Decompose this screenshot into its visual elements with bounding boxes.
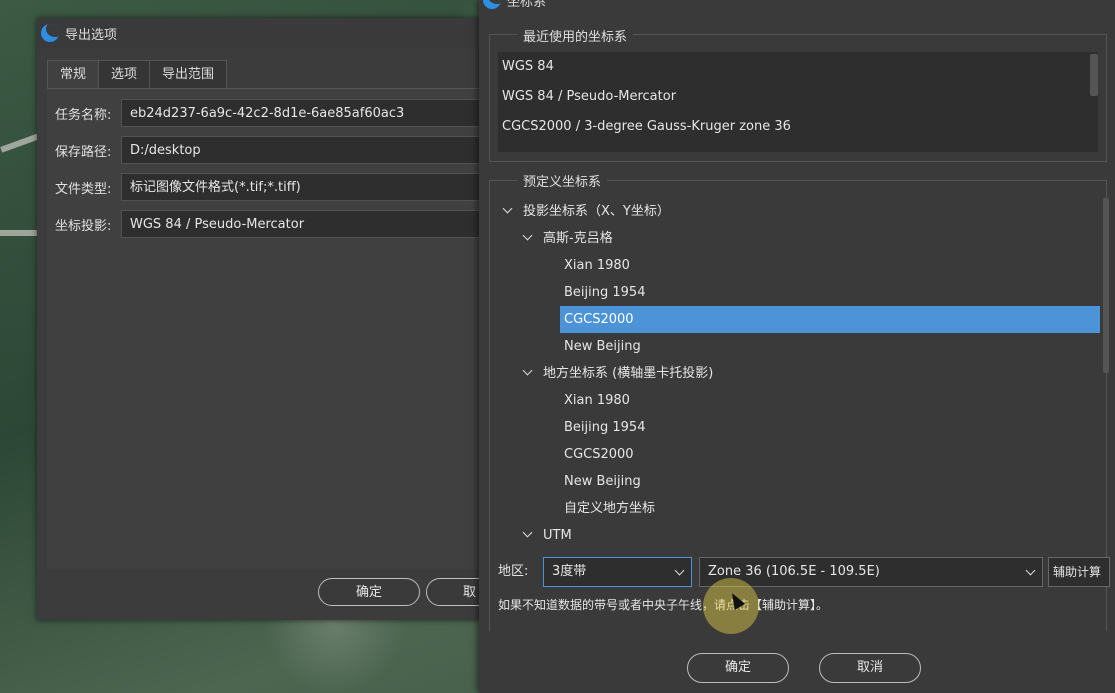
- click-highlight: [703, 578, 759, 634]
- tree-node-gauss[interactable]: 高斯-克吕格: [523, 225, 613, 252]
- task-name-row: 任务名称: eb24d237-6a9c-42c2-8d1e-6ae85af60a…: [55, 99, 491, 127]
- crs-tree: 投影坐标系（X、Y坐标） 高斯-克吕格 Xian 1980 Beijing 19…: [495, 198, 1100, 543]
- road: [0, 230, 40, 236]
- tree-node-label: 地方坐标系 (横轴墨卡托投影): [543, 366, 714, 381]
- chevron-down-icon[interactable]: [503, 205, 513, 215]
- file-type-row: 文件类型: 标记图像文件格式(*.tif;*.tiff): [55, 173, 491, 201]
- tree-leaf[interactable]: Beijing 1954: [564, 414, 645, 441]
- cancel-button[interactable]: 取消: [819, 653, 921, 683]
- tree-leaf[interactable]: CGCS2000: [564, 441, 634, 468]
- projection-field[interactable]: WGS 84 / Pseudo-Mercator: [121, 210, 491, 238]
- title-bar: 导出选项: [37, 18, 497, 48]
- tab-export-range[interactable]: 导出范围: [149, 60, 228, 88]
- tree-leaf[interactable]: New Beijing: [564, 468, 641, 495]
- file-type-select[interactable]: 标记图像文件格式(*.tif;*.tiff): [121, 173, 491, 201]
- app-logo-icon: [483, 0, 501, 9]
- ok-button[interactable]: 确定: [687, 653, 789, 683]
- band-select[interactable]: 3度带: [543, 557, 692, 587]
- tree-leaf[interactable]: 自定义地方坐标: [564, 495, 655, 522]
- zone-select-value: Zone 36 (106.5E - 109.5E): [708, 564, 880, 579]
- tree-node-projected[interactable]: 投影坐标系（X、Y坐标）: [503, 198, 670, 225]
- recent-group-title: 最近使用的坐标系: [517, 26, 634, 45]
- tree-leaf[interactable]: Xian 1980: [564, 387, 630, 414]
- projection-label: 坐标投影:: [55, 218, 112, 234]
- coordinate-system-dialog: 坐标系 最近使用的坐标系 WGS 84 WGS 84 / Pseudo-Merc…: [479, 0, 1115, 693]
- predefined-group-title: 预定义坐标系: [517, 171, 608, 190]
- save-path-label: 保存路径:: [55, 144, 112, 160]
- chevron-down-icon[interactable]: [523, 529, 533, 539]
- tree-node-label: 投影坐标系（X、Y坐标）: [523, 204, 670, 219]
- tree-leaf[interactable]: Beijing 1954: [564, 279, 645, 306]
- tree-leaf-selected[interactable]: CGCS2000: [560, 306, 1100, 333]
- recent-scrollbar[interactable]: [1090, 54, 1098, 96]
- save-path-row: 保存路径: D:/desktop: [55, 136, 491, 164]
- chevron-down-icon: [674, 565, 685, 576]
- hint-text: 如果不知道数据的带号或者中央子午线，请点击【辅助计算】。: [498, 598, 829, 612]
- road: [0, 133, 40, 153]
- tree-node-label: UTM: [543, 528, 572, 543]
- tab-bar: 常规 选项 导出范围: [47, 60, 228, 88]
- recent-list: WGS 84 WGS 84 / Pseudo-Mercator CGCS2000…: [498, 52, 1098, 152]
- recent-item[interactable]: WGS 84 / Pseudo-Mercator: [498, 82, 1098, 112]
- tab-general[interactable]: 常规: [47, 60, 100, 88]
- tree-scrollbar[interactable]: [1103, 198, 1109, 373]
- band-select-value: 3度带: [552, 564, 587, 579]
- general-panel: 任务名称: eb24d237-6a9c-42c2-8d1e-6ae85af60a…: [47, 88, 497, 569]
- save-path-field[interactable]: D:/desktop: [121, 136, 491, 164]
- task-name-label: 任务名称:: [55, 107, 112, 123]
- tree-leaf[interactable]: Xian 1980: [564, 252, 630, 279]
- recent-item[interactable]: CGCS2000 / 3-degree Gauss-Kruger zone 36: [498, 112, 1098, 142]
- app-logo-icon: [41, 24, 59, 42]
- tree-node-local[interactable]: 地方坐标系 (横轴墨卡托投影): [523, 360, 713, 387]
- chevron-down-icon[interactable]: [523, 232, 533, 242]
- assist-calc-button[interactable]: 辅助计算: [1048, 557, 1110, 587]
- title-bar: 坐标系: [479, 0, 546, 10]
- dialog-title: 坐标系: [507, 0, 547, 10]
- tree-node-label: 高斯-克吕格: [543, 231, 613, 246]
- task-name-field[interactable]: eb24d237-6a9c-42c2-8d1e-6ae85af60ac3: [121, 99, 491, 127]
- file-type-label: 文件类型:: [55, 181, 112, 197]
- tree-node-utm[interactable]: UTM: [523, 522, 572, 543]
- recent-item[interactable]: WGS 84: [498, 52, 1098, 82]
- tree-leaf[interactable]: New Beijing: [564, 333, 641, 360]
- ok-button[interactable]: 确定: [318, 578, 420, 606]
- chevron-down-icon[interactable]: [523, 367, 533, 377]
- dialog-title: 导出选项: [65, 27, 118, 43]
- chevron-down-icon: [1025, 565, 1036, 576]
- zone-select[interactable]: Zone 36 (106.5E - 109.5E): [699, 557, 1043, 587]
- projection-row: 坐标投影: WGS 84 / Pseudo-Mercator: [55, 210, 491, 238]
- export-options-dialog: 导出选项 常规 选项 导出范围 任务名称: eb24d237-6a9c-42c2…: [37, 18, 506, 620]
- tab-options[interactable]: 选项: [98, 60, 151, 88]
- region-label: 地区:: [498, 564, 529, 579]
